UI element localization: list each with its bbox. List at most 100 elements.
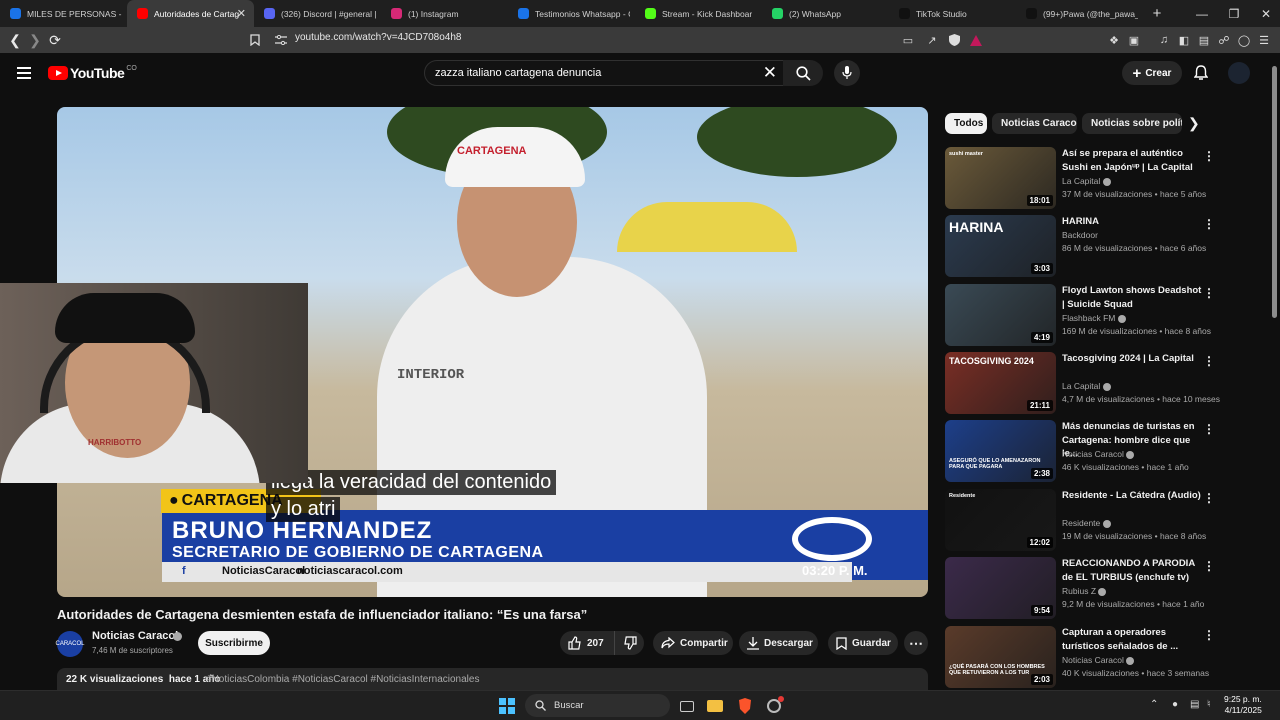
recommended-video-title[interactable]: Capturan a operadores turísticos señalad… (1062, 626, 1202, 653)
chevron-right-icon[interactable]: ❯ (1188, 115, 1200, 132)
recommended-video[interactable]: Residente 12:02 Residente - La Cátedra (Au… (945, 489, 1215, 553)
system-clock[interactable]: 9:25 p. m. 4/11/2025 (1224, 694, 1262, 716)
recommended-video-title[interactable]: Así se prepara el auténtico Sushi en Jap… (1062, 147, 1202, 174)
more-vertical-icon[interactable]: ⋮ (1203, 491, 1215, 505)
hashtags[interactable]: #NoticiasColombia #NoticiasCaracol #Noti… (206, 674, 479, 685)
recommended-video-title[interactable]: Floyd Lawton shows Deadshot | Suicide Sq… (1062, 284, 1202, 311)
screenshot-icon[interactable]: ▣ (1126, 32, 1142, 48)
more-vertical-icon[interactable]: ⋮ (1203, 217, 1215, 231)
bookmark-icon[interactable] (246, 31, 264, 49)
recommended-channel-name[interactable]: Residente (1062, 518, 1111, 528)
app-icon[interactable] (763, 695, 785, 717)
browser-menu-icon[interactable]: ☰ (1256, 32, 1272, 48)
browser-tab[interactable]: MILES DE PERSONAS - Go (0, 0, 127, 27)
extensions-icon[interactable]: ❖ (1106, 32, 1122, 48)
wallet-icon[interactable]: ▤ (1196, 32, 1212, 48)
address-bar[interactable]: youtube.com/watch?v=4JCD708o4h8 (295, 32, 462, 43)
share-page-icon[interactable]: ↗ (924, 32, 940, 48)
brave-shields-icon[interactable] (946, 32, 962, 48)
more-vertical-icon[interactable]: ⋮ (1203, 422, 1215, 436)
close-window-button[interactable]: ✕ (1250, 0, 1280, 27)
dislike-button[interactable] (614, 631, 644, 655)
volume-icon[interactable]: ♮ (1207, 699, 1211, 710)
video-thumbnail[interactable]: 4:19 (945, 284, 1056, 346)
recommended-video[interactable]: TACOSGIVING 2024 21:11 Tacosgiving 2024 | … (945, 352, 1220, 416)
maximize-button[interactable]: ❐ (1218, 0, 1250, 27)
video-thumbnail[interactable]: HARINA 3:03 (945, 215, 1056, 277)
recommended-video[interactable]: sushi master 18:01 Así se prepara el autén… (945, 147, 1215, 211)
more-vertical-icon[interactable]: ⋮ (1203, 149, 1215, 163)
browser-tab[interactable]: TikTok Studio (889, 0, 1016, 27)
recommended-video-title[interactable]: REACCIONANDO A PARODIA de EL TURBIUS (en… (1062, 557, 1202, 584)
more-vertical-icon[interactable]: ⋮ (1203, 628, 1215, 642)
voice-search-button[interactable] (834, 60, 860, 86)
recommended-video-title[interactable]: HARINA (1062, 215, 1202, 229)
new-tab-button[interactable]: + (1143, 5, 1171, 22)
video-thumbnail[interactable]: TACOSGIVING 2024 21:11 (945, 352, 1056, 414)
forward-icon[interactable]: ❯ (26, 31, 44, 49)
browser-tab[interactable]: Testimonios Whatsapp - G (508, 0, 635, 27)
network-icon[interactable]: ▤ (1190, 699, 1199, 710)
file-explorer-icon[interactable] (704, 695, 726, 717)
media-icon[interactable]: ♫ (1156, 32, 1172, 48)
like-button[interactable]: 207 (560, 631, 614, 655)
browser-tab[interactable]: Stream - Kick Dashboar (635, 0, 762, 27)
brave-rewards-icon[interactable] (968, 32, 984, 48)
chip-todos[interactable]: Todos (945, 113, 987, 134)
browser-tab[interactable]: (99+)Pawa (@the_pawa_c (1016, 0, 1143, 27)
reload-icon[interactable]: ⟳ (46, 31, 64, 49)
recommended-video[interactable]: ASEGURÓ QUE LO AMENAZARON PARA QUE PAGAR… (945, 420, 1215, 484)
minimize-button[interactable]: — (1186, 0, 1218, 27)
video-thumbnail[interactable]: Residente 12:02 (945, 489, 1056, 551)
account-avatar[interactable] (1228, 62, 1250, 84)
cast-icon[interactable]: ▭ (900, 32, 916, 48)
video-thumbnail[interactable]: sushi master 18:01 (945, 147, 1056, 209)
notifications-bell-icon[interactable] (1192, 63, 1210, 83)
video-thumbnail[interactable]: ASEGURÓ QUE LO AMENAZARON PARA QUE PAGAR… (945, 420, 1056, 482)
more-actions-button[interactable]: ⋯ (904, 631, 928, 655)
browser-tab[interactable]: (1) Instagram (381, 0, 508, 27)
subscribe-button[interactable]: Suscribirme (198, 631, 270, 655)
task-view-icon[interactable] (676, 695, 698, 717)
recommended-video[interactable]: 4:19 Floyd Lawton shows Deadshot | Suicid… (945, 284, 1215, 348)
taskbar-search[interactable]: Buscar (525, 694, 670, 717)
guide-menu-icon[interactable] (17, 67, 31, 79)
search-input[interactable]: zazza italiano cartagena denuncia ✕ (424, 60, 784, 86)
recommended-video[interactable]: 9:54 REACCIONANDO A PARODIA de EL TURBIUS… (945, 557, 1215, 621)
recommended-video-title[interactable]: Residente - La Cátedra (Audio) (1062, 489, 1202, 503)
browser-tab[interactable]: Autoridades de Cartag ✕ (127, 0, 254, 27)
tab-close-icon[interactable]: ✕ (237, 7, 246, 20)
tray-microphone-icon[interactable]: ● (1172, 699, 1178, 710)
create-button[interactable]: + Crear (1122, 61, 1182, 85)
recommended-video-title[interactable]: Tacosgiving 2024 | La Capital (1062, 352, 1202, 366)
more-vertical-icon[interactable]: ⋮ (1203, 354, 1215, 368)
search-button[interactable] (783, 60, 823, 86)
brave-shield-settings-icon[interactable]: ◯ (1236, 32, 1252, 48)
browser-tab[interactable]: (2) WhatsApp (762, 0, 889, 27)
recommended-channel-name[interactable]: La Capital (1062, 381, 1111, 391)
recommended-channel-name[interactable]: Backdoor (1062, 230, 1098, 240)
download-button[interactable]: Descargar (739, 631, 818, 655)
recommended-channel-name[interactable]: Rubius Z (1062, 586, 1107, 596)
video-thumbnail[interactable]: 9:54 (945, 557, 1056, 619)
clear-search-icon[interactable]: ✕ (763, 63, 777, 83)
scrollbar-thumb[interactable] (1272, 66, 1277, 318)
video-thumbnail[interactable]: ¿QUÉ PASARÁ CON LOS HOMBRES QUE RETUVIER… (945, 626, 1056, 688)
channel-avatar[interactable]: CARACOL (56, 631, 85, 657)
more-vertical-icon[interactable]: ⋮ (1203, 559, 1215, 573)
recommended-channel-name[interactable]: Flashback FM (1062, 313, 1126, 323)
chip-noticias-caracol[interactable]: Noticias Caracol (992, 113, 1077, 134)
recommended-channel-name[interactable]: Noticias Caracol (1062, 449, 1135, 459)
chip-noticias-politica[interactable]: Noticias sobre política (1082, 113, 1182, 134)
brave-browser-icon[interactable] (734, 695, 756, 717)
site-settings-icon[interactable] (272, 31, 290, 49)
tray-overflow-icon[interactable]: ⌃ (1150, 699, 1158, 710)
windows-start-icon[interactable] (499, 698, 515, 714)
youtube-logo[interactable]: YouTube CO (48, 65, 137, 81)
recommended-channel-name[interactable]: Noticias Caracol (1062, 655, 1135, 665)
recommended-video[interactable]: ¿QUÉ PASARÁ CON LOS HOMBRES QUE RETUVIER… (945, 626, 1215, 690)
recommended-channel-name[interactable]: La Capital (1062, 176, 1111, 186)
back-icon[interactable]: ❮ (6, 31, 24, 49)
share-button[interactable]: Compartir (653, 631, 733, 655)
vpn-icon[interactable]: ☍ (1216, 32, 1232, 48)
